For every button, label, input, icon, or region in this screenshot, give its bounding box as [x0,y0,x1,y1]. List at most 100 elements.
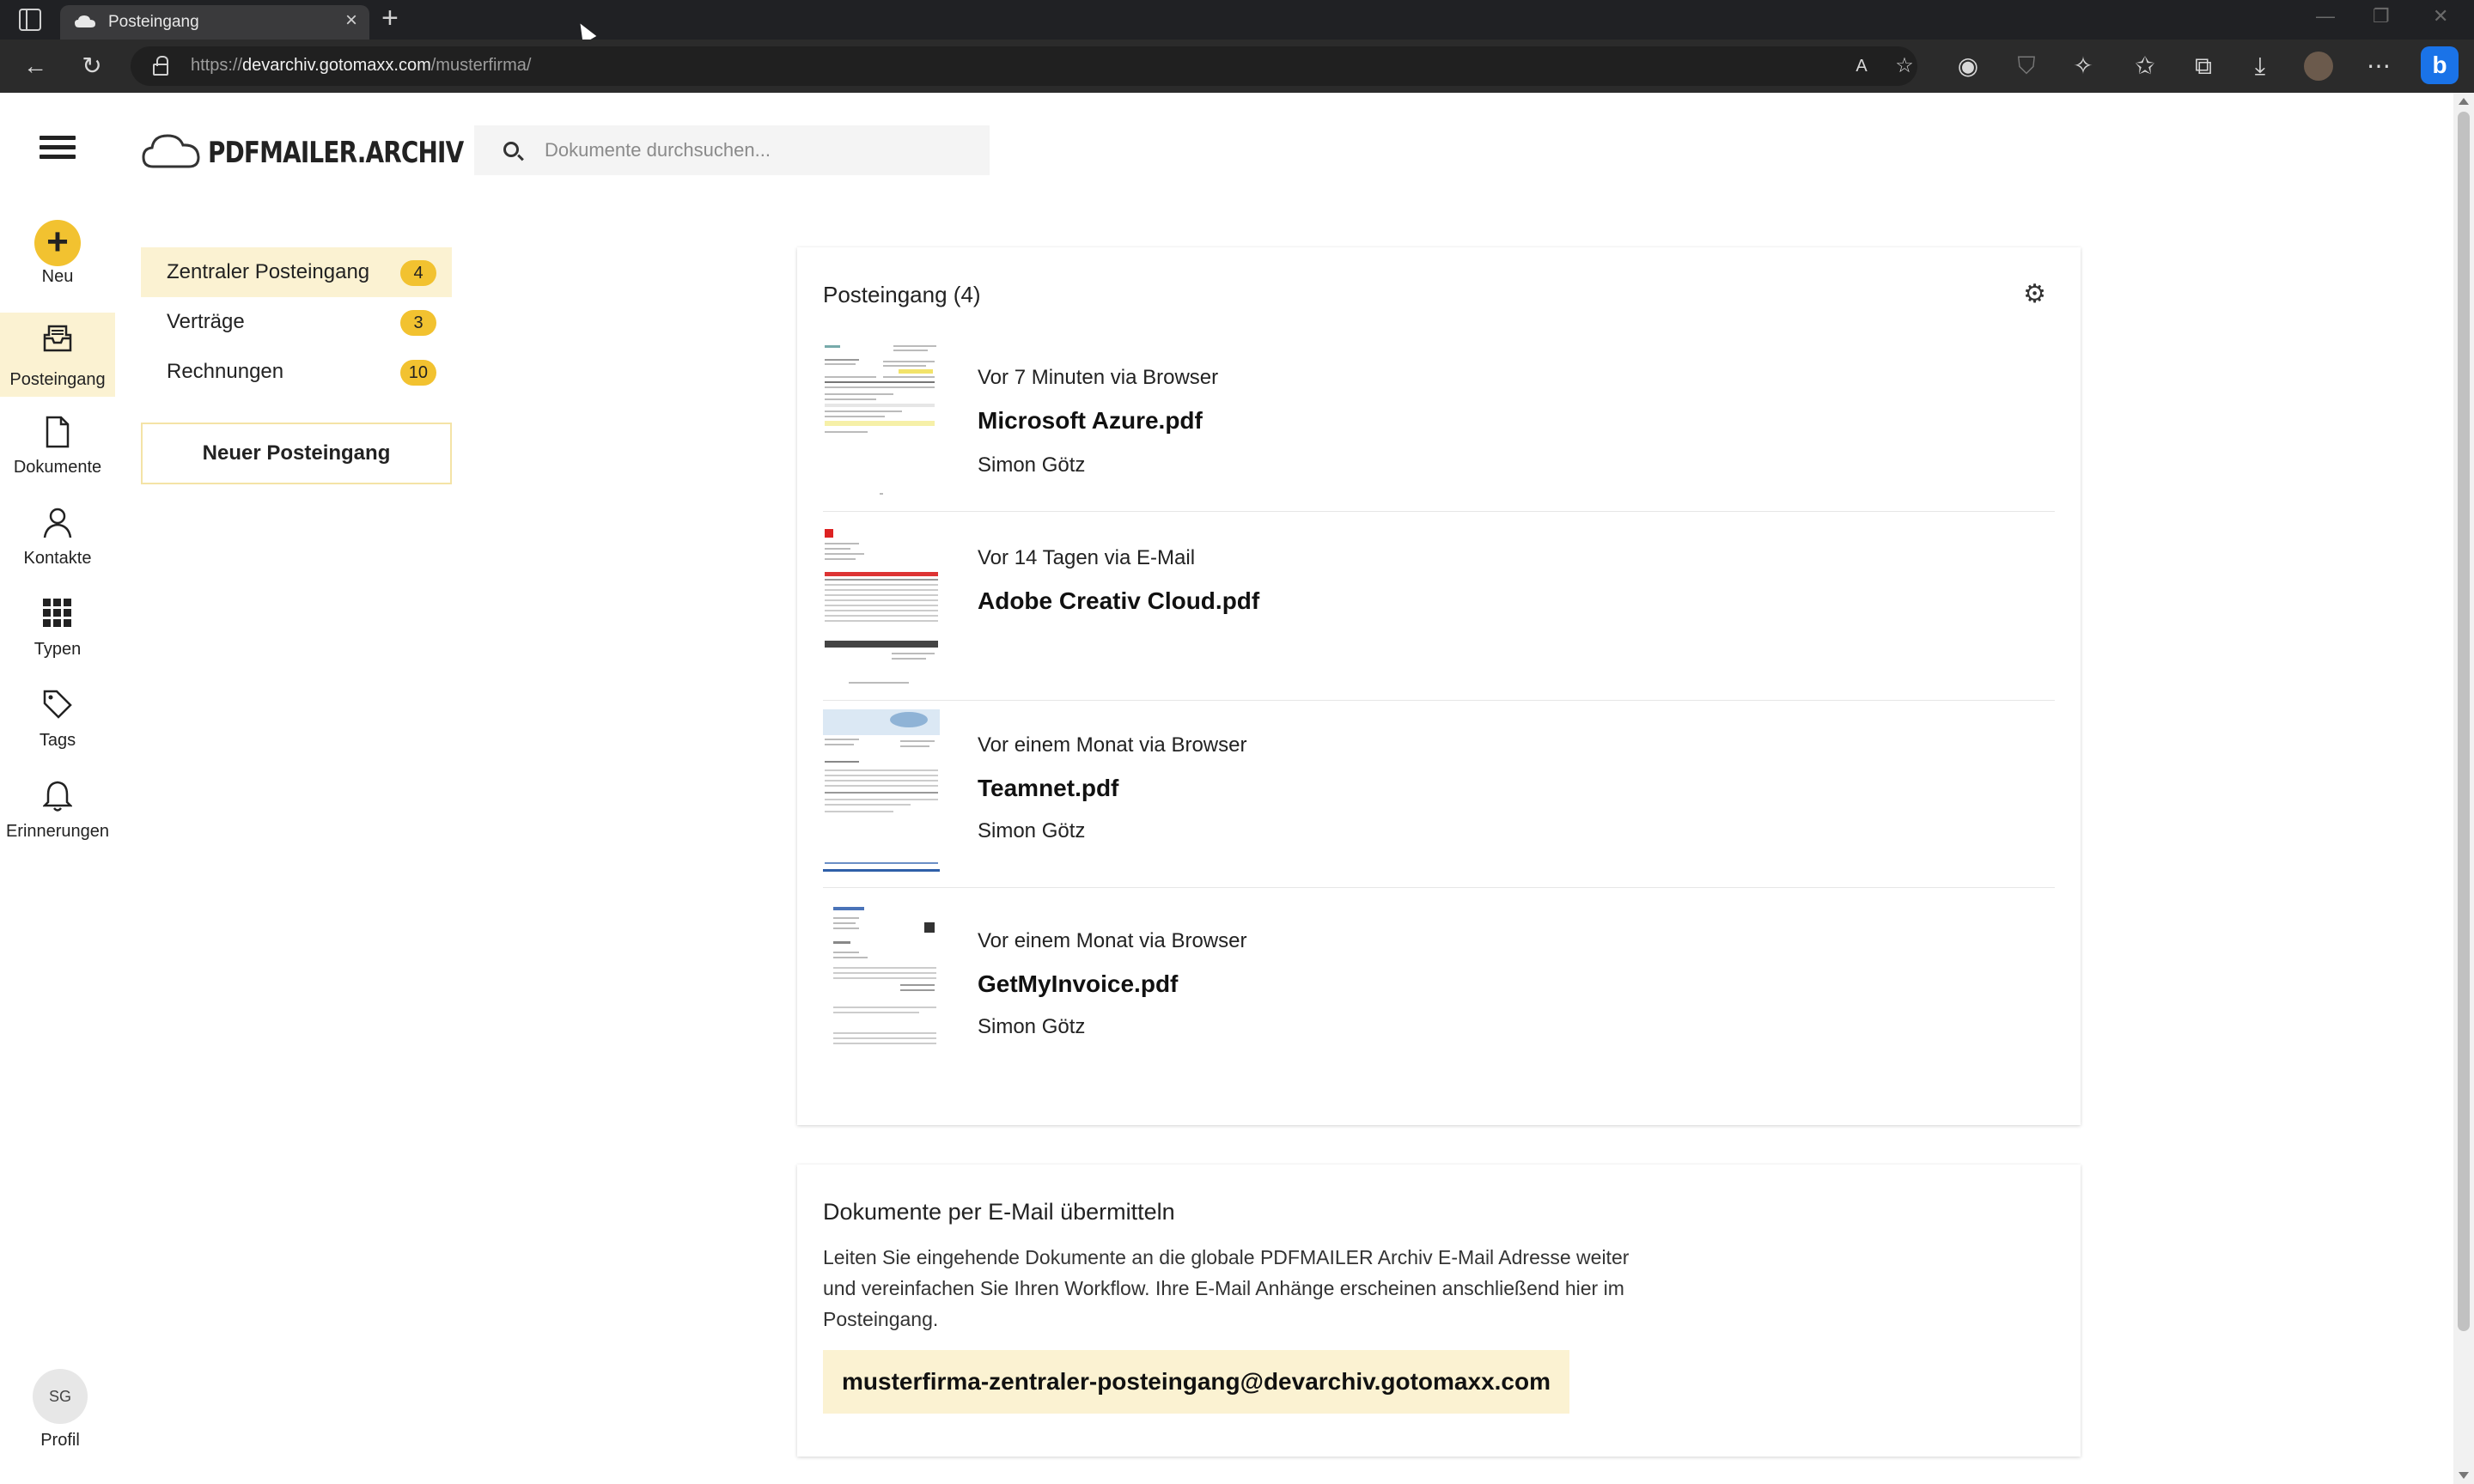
document-name[interactable]: Microsoft Azure.pdf [978,407,1203,435]
count-badge: 4 [400,260,436,286]
document-row[interactable]: Vor 7 Minuten via Browser Microsoft Azur… [823,342,2055,512]
document-meta: Vor 14 Tagen via E-Mail [978,546,1196,569]
card-title: Dokumente per E-Mail übermitteln [823,1199,1175,1225]
scrollbar-thumb[interactable] [2458,112,2470,1331]
rail-label: Typen [34,640,82,659]
cloud-logo-icon [142,134,200,168]
tab-close-icon[interactable]: × [345,10,357,31]
rail-label: Neu [41,267,74,286]
shield-extension-icon[interactable]: ⛉ [2010,50,2043,82]
minimize-icon[interactable]: — [2316,5,2335,27]
favorites-icon[interactable]: ✩ [2129,50,2161,82]
address-bar[interactable]: https://devarchiv.gotomaxx.com/musterfir… [131,46,1917,86]
email-info-card: Dokumente per E-Mail übermitteln Leiten … [797,1165,2081,1457]
document-name[interactable]: Adobe Creativ Cloud.pdf [978,587,1259,615]
rail-label: Kontakte [23,549,92,568]
rail-label: Dokumente [13,458,102,477]
inbox-card: Posteingang (4) ⚙ Vor 7 Minuten via Brow… [797,247,2081,1125]
email-address[interactable]: musterfirma-zentraler-posteingang@devarc… [823,1350,1569,1414]
read-aloud-icon[interactable]: A [1845,50,1878,82]
app-root: PDFMAILER.ARCHIV + Neu Posteingang Dokum… [0,93,2453,1484]
bell-icon [43,781,72,812]
rail-erinnerungen[interactable]: Erinnerungen [0,769,115,848]
extension-icon[interactable]: ◉ [1952,50,1984,82]
more-menu-icon[interactable]: ⋯ [2362,50,2395,82]
divider [823,700,2055,701]
document-user: Simon Götz [978,453,1086,477]
count-badge: 10 [399,360,436,386]
document-thumbnail [823,527,940,690]
profile-label[interactable]: Profil [0,1431,120,1451]
browser-tab[interactable]: Posteingang × [60,5,369,40]
browser-tab-bar: Posteingang × + — ❐ ✕ [0,0,2474,45]
url-text: https://devarchiv.gotomaxx.com/musterfir… [191,56,532,75]
inbox-item-zentraler-posteingang[interactable]: Zentraler Posteingang 4 [141,247,452,297]
divider [823,887,2055,888]
plus-icon: + [34,220,81,266]
new-inbox-button[interactable]: Neuer Posteingang [141,423,452,484]
card-title: Posteingang (4) [823,282,981,307]
rail-posteingang[interactable]: Posteingang [0,313,115,397]
browser-toolbar: ← ↻ https://devarchiv.gotomaxx.com/muste… [0,40,2474,93]
lock-icon [153,56,168,76]
reload-icon[interactable]: ↻ [76,50,108,82]
inbox-icon [43,325,72,352]
rail-label: Erinnerungen [5,822,110,841]
document-meta: Vor einem Monat via Browser [978,929,1247,952]
document-meta: Vor einem Monat via Browser [978,733,1247,757]
count-badge: 3 [400,310,436,336]
logo-text: PDFMAILER.ARCHIV [208,136,464,170]
rail-tags[interactable]: Tags [0,678,115,757]
gear-icon[interactable]: ⚙ [2023,282,2046,307]
document-thumbnail [823,709,940,873]
inbox-label: Zentraler Posteingang [167,260,370,283]
scroll-up-icon[interactable] [2459,98,2469,105]
contact-icon [43,508,72,538]
document-thumbnail [823,903,940,1067]
search-input[interactable] [545,125,974,175]
document-user: Simon Götz [978,819,1086,842]
new-tab-icon[interactable]: + [381,3,399,33]
add-favorite-icon[interactable]: ☆ [1888,50,1921,82]
tab-actions-icon[interactable] [19,9,41,31]
rail-new[interactable]: + Neu [0,215,115,294]
search-box[interactable] [474,125,990,175]
menu-icon[interactable] [40,136,76,161]
document-meta: Vor 7 Minuten via Browser [978,366,1219,389]
rail-kontakte[interactable]: Kontakte [0,496,115,575]
document-icon [46,416,70,448]
document-row[interactable]: Vor einem Monat via Browser Teamnet.pdf … [823,709,2055,888]
grid-icon [43,599,71,627]
scrollbar[interactable] [2453,93,2474,1484]
document-row[interactable]: Vor 14 Tagen via E-Mail Adobe Creativ Cl… [823,520,2055,701]
window-close-icon[interactable]: ✕ [2433,5,2448,27]
inbox-item-rechnungen[interactable]: Rechnungen 10 [141,347,452,397]
inbox-label: Rechnungen [167,360,284,383]
tab-title: Posteingang [108,13,199,31]
rail-label: Posteingang [9,370,106,389]
copilot-icon[interactable]: b [2421,46,2459,84]
search-icon [503,142,519,157]
inbox-item-vertraege[interactable]: Verträge 3 [141,297,452,347]
rail-dokumente[interactable]: Dokumente [0,405,115,484]
document-name[interactable]: GetMyInvoice.pdf [978,970,1178,998]
document-thumbnail [823,342,940,505]
document-name[interactable]: Teamnet.pdf [978,775,1118,802]
back-icon[interactable]: ← [19,50,52,82]
extensions-icon[interactable]: ✧ [2067,50,2099,82]
downloads-icon[interactable]: ⤓ [2244,50,2276,82]
cloud-favicon-icon [75,15,95,27]
scroll-down-icon[interactable] [2459,1472,2469,1479]
avatar[interactable]: SG [33,1369,88,1424]
divider [823,511,2055,512]
tag-icon [43,690,72,719]
restore-icon[interactable]: ❐ [2373,5,2390,27]
collections-icon[interactable]: ⧉ [2187,50,2220,82]
browser-profile-avatar[interactable] [2304,52,2333,81]
inbox-label: Verträge [167,310,245,333]
rail-typen[interactable]: Typen [0,587,115,666]
rail-label: Tags [39,731,76,750]
document-row[interactable]: Vor einem Monat via Browser GetMyInvoice… [823,903,2055,1075]
info-text: Leiten Sie eingehende Dokumente an die g… [823,1246,1630,1330]
document-user: Simon Götz [978,1015,1086,1038]
